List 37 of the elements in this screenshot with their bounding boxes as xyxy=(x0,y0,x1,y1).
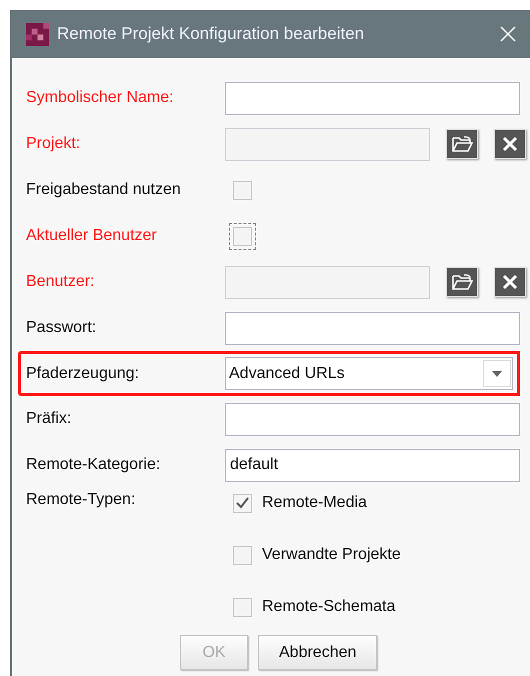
checkmark-icon xyxy=(236,497,249,509)
checkbox[interactable] xyxy=(233,226,252,246)
folder-icon xyxy=(451,273,473,291)
field-label: Präfix: xyxy=(26,409,72,429)
checkbox[interactable] xyxy=(233,546,252,564)
field-label: Pfaderzeugung: xyxy=(26,364,140,384)
close-icon xyxy=(502,136,518,152)
browse-button[interactable] xyxy=(446,129,478,159)
close-icon[interactable] xyxy=(500,26,516,42)
text-field[interactable] xyxy=(225,82,520,114)
text-field[interactable]: default xyxy=(225,448,520,482)
field-label: Passwort: xyxy=(26,318,98,338)
window-title: Remote Projekt Konfiguration bearbeiten xyxy=(57,23,366,46)
field-label: Projekt: xyxy=(26,134,82,154)
checkbox[interactable] xyxy=(233,180,252,200)
folder-icon xyxy=(451,135,473,153)
text-field[interactable] xyxy=(225,312,520,344)
field-label: Remote-Kategorie: xyxy=(26,455,162,475)
checkbox-label: Verwandte Projekte xyxy=(262,545,401,565)
field-label: Aktueller Benutzer xyxy=(26,226,158,246)
field-label: Remote-Typen: xyxy=(26,490,136,510)
field-label: Symbolischer Name: xyxy=(26,88,175,108)
checkbox[interactable] xyxy=(233,494,252,512)
dialog-button[interactable]: Abbrechen xyxy=(258,635,378,670)
checkbox[interactable] xyxy=(233,598,252,616)
browse-button[interactable] xyxy=(446,267,478,297)
checkbox-label: Remote-Schemata xyxy=(262,597,396,617)
clear-button[interactable] xyxy=(494,267,526,297)
clear-button[interactable] xyxy=(494,129,526,159)
text-field[interactable] xyxy=(225,402,520,436)
dropdown-value: Advanced URLs xyxy=(229,364,346,384)
field-label: Benutzer: xyxy=(26,272,96,292)
app-logo-icon xyxy=(26,22,49,46)
field-label: Freigabestand nutzen xyxy=(26,180,182,200)
dropdown[interactable]: Advanced URLs xyxy=(225,357,513,390)
close-icon xyxy=(502,274,518,290)
checkbox-label: Remote-Media xyxy=(262,493,367,513)
